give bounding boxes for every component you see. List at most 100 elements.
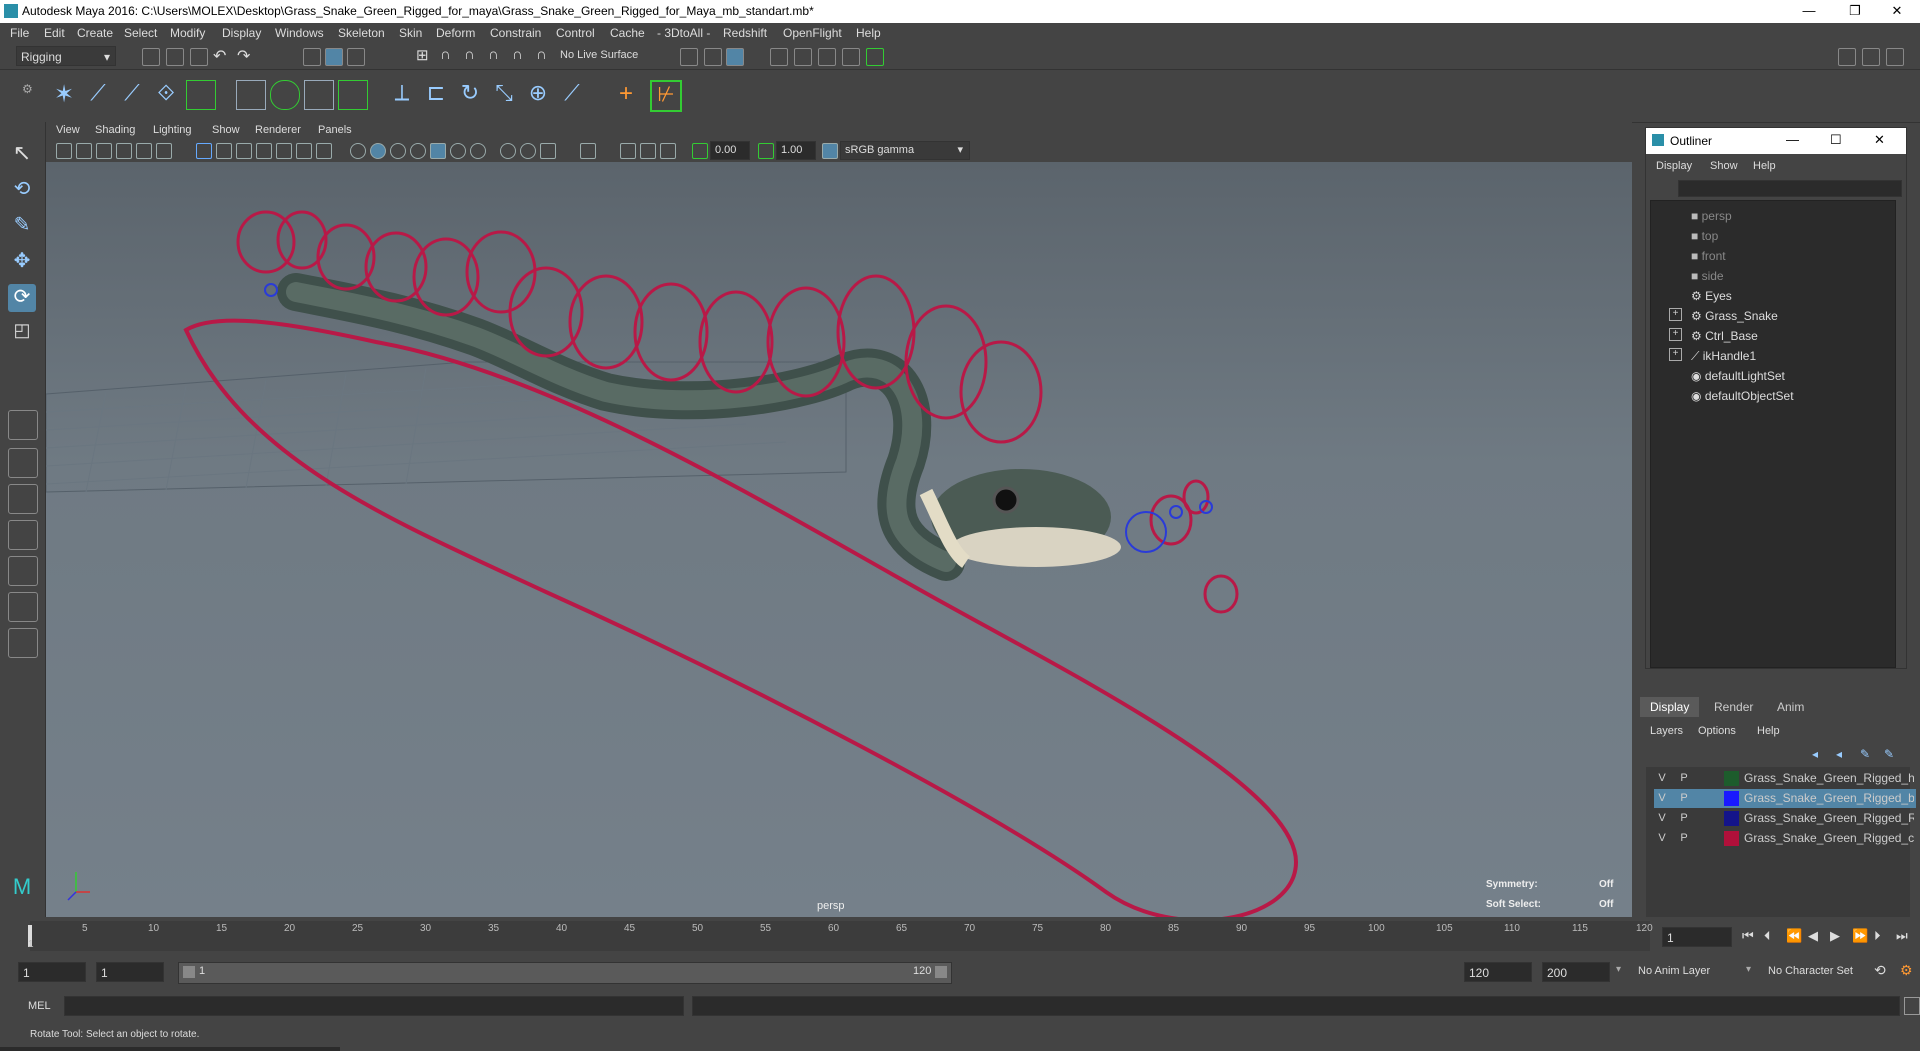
bind-skin-icon[interactable]: ⟐ <box>152 80 180 108</box>
2d-pan-zoom-icon[interactable] <box>136 143 152 159</box>
move-tool-icon[interactable]: ✥ <box>8 248 36 276</box>
smooth-shade-icon[interactable] <box>370 143 386 159</box>
paint-select-icon[interactable]: ✎ <box>8 212 36 240</box>
menu-skin[interactable]: Skin <box>399 26 422 40</box>
lattice-icon[interactable] <box>270 80 300 110</box>
outliner-item-ikhandle[interactable]: ⟋ ikHandle1 <box>1691 349 1756 364</box>
gamma-icon[interactable] <box>758 143 774 159</box>
live-surface-label[interactable]: No Live Surface <box>560 49 638 61</box>
layer-visibility-toggle[interactable]: V <box>1654 810 1670 826</box>
layout-single-icon[interactable] <box>8 410 38 440</box>
outliner-item-top[interactable]: ■ top <box>1691 229 1718 243</box>
shelf-menu-icon[interactable]: ⚙ <box>22 82 33 96</box>
layer-visibility-toggle[interactable]: V <box>1654 830 1670 846</box>
prev-key-icon[interactable]: ⏪ <box>1786 928 1802 944</box>
ipr-render-icon[interactable] <box>818 48 836 66</box>
menu-display[interactable]: Display <box>222 26 261 40</box>
snap-point-icon[interactable]: ∩ <box>464 46 475 63</box>
outliner-item-side[interactable]: ■ side <box>1691 269 1724 283</box>
playback-end-field[interactable]: 120 <box>1464 962 1532 982</box>
orient-constraint-icon[interactable]: ↻ <box>456 80 484 108</box>
bookmark-icon[interactable] <box>96 143 112 159</box>
layer-row-selected[interactable]: V P Grass_Snake_Green_Rigged_bon <box>1654 789 1916 808</box>
menu-openflight[interactable]: OpenFlight <box>783 26 842 40</box>
command-input[interactable] <box>64 996 684 1016</box>
character-set-dropdown[interactable]: No Character Set <box>1768 965 1853 977</box>
save-scene-icon[interactable] <box>190 48 208 66</box>
layout-four-icon[interactable] <box>8 448 38 478</box>
restore-button[interactable]: ❐ <box>1832 0 1878 23</box>
exposure-field[interactable]: 0.00 <box>710 141 750 160</box>
menu-constrain[interactable]: Constrain <box>490 26 541 40</box>
animation-end-field[interactable]: 200 <box>1542 962 1610 982</box>
move-layer-up-icon[interactable]: ◂ <box>1812 747 1818 761</box>
sidebar-attr-icon[interactable] <box>1838 48 1856 66</box>
lasso-tool-icon[interactable]: ⟲ <box>8 176 36 204</box>
colorspace-dropdown[interactable]: sRGB gamma ▾ <box>840 141 970 160</box>
scale-tool-icon[interactable]: ◰ <box>8 320 36 348</box>
joint-tool-icon[interactable]: ✶ <box>50 80 78 108</box>
menu-control[interactable]: Control <box>556 26 595 40</box>
time-slider[interactable]: 1 5 10 15 20 25 30 35 40 45 50 55 60 65 … <box>0 917 1920 955</box>
render-settings-icon[interactable] <box>726 48 744 66</box>
grid-icon[interactable] <box>196 143 212 159</box>
pole-vector-icon[interactable]: ⟋ <box>558 80 586 108</box>
menu-windows[interactable]: Windows <box>275 26 324 40</box>
mel-label[interactable]: MEL <box>28 1000 51 1012</box>
close-button[interactable]: ✕ <box>1874 0 1920 23</box>
add-influence-icon[interactable]: + <box>612 80 640 108</box>
use-all-lights-icon[interactable] <box>430 143 446 159</box>
minimize-button[interactable]: — <box>1786 0 1832 23</box>
outliner-menu-help[interactable]: Help <box>1753 160 1776 172</box>
grease-pencil-icon[interactable] <box>156 143 172 159</box>
layer-color-swatch[interactable] <box>1724 791 1739 806</box>
safe-action-icon[interactable] <box>296 143 312 159</box>
snap-surface-icon[interactable]: ∩ <box>512 46 523 63</box>
color-management-icon[interactable] <box>822 143 838 159</box>
shadows-icon[interactable] <box>450 143 466 159</box>
outliner-item-grass-snake[interactable]: ⚙ Grass_Snake <box>1691 309 1778 323</box>
menu-edit[interactable]: Edit <box>44 26 65 40</box>
playback-start-field[interactable]: 1 <box>96 962 164 982</box>
redshift-icon[interactable] <box>866 48 884 66</box>
gate-mask-icon[interactable] <box>256 143 272 159</box>
go-to-start-icon[interactable]: ⏮ <box>1742 928 1754 944</box>
script-editor-icon[interactable] <box>1904 997 1920 1015</box>
move-layer-down-icon[interactable]: ◂ <box>1836 747 1842 761</box>
camera-attributes-icon[interactable] <box>76 143 92 159</box>
input-ops-icon[interactable] <box>680 48 698 66</box>
vp-menu-shading[interactable]: Shading <box>95 124 135 136</box>
ik-handle-icon[interactable]: ⟋ <box>84 80 112 108</box>
next-key-icon[interactable]: ⏩ <box>1852 928 1868 944</box>
image-plane-icon[interactable] <box>116 143 132 159</box>
outliner-item-ctrl-base[interactable]: ⚙ Ctrl_Base <box>1691 329 1758 343</box>
select-component-icon[interactable] <box>347 48 365 66</box>
redo-icon[interactable]: ↷ <box>237 46 250 66</box>
range-start-handle[interactable] <box>183 966 195 978</box>
menu-select[interactable]: Select <box>124 26 157 40</box>
layout-persp-graph-icon[interactable] <box>8 556 38 586</box>
step-back-icon[interactable]: ⏴ <box>1764 928 1771 944</box>
layers-menu-options[interactable]: Options <box>1698 725 1736 737</box>
layer-playback-toggle[interactable]: P <box>1676 770 1692 786</box>
layers-menu-help[interactable]: Help <box>1757 725 1780 737</box>
menuset-dropdown[interactable]: Rigging ▾ <box>16 46 116 66</box>
sidebar-channel-box-icon[interactable] <box>1886 48 1904 66</box>
screen-space-ao-icon[interactable] <box>470 143 486 159</box>
safe-title-icon[interactable] <box>316 143 332 159</box>
animation-preferences-icon[interactable]: ⚙ <box>1900 962 1913 979</box>
outliner-search-input[interactable] <box>1678 180 1902 197</box>
isolate-select-icon[interactable] <box>580 143 596 159</box>
go-to-end-icon[interactable]: ⏭ <box>1896 928 1908 944</box>
play-back-icon[interactable]: ◀ <box>1808 928 1818 944</box>
menu-help[interactable]: Help <box>856 26 881 40</box>
outliner-menu-show[interactable]: Show <box>1710 160 1738 172</box>
layer-color-swatch[interactable] <box>1724 831 1739 846</box>
xray-icon[interactable] <box>620 143 636 159</box>
xray-active-icon[interactable] <box>640 143 656 159</box>
outliner-menu-display[interactable]: Display <box>1656 160 1692 172</box>
menu-modify[interactable]: Modify <box>170 26 205 40</box>
menu-cache[interactable]: Cache <box>610 26 645 40</box>
locator-icon[interactable] <box>186 80 216 110</box>
new-layer-icon[interactable]: ✎ <box>1860 747 1870 761</box>
